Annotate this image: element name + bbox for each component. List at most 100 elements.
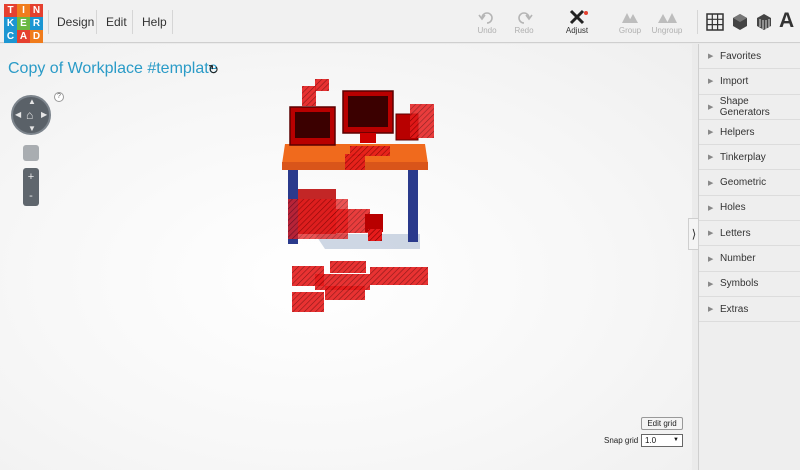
zoom-in-button[interactable]: +: [23, 168, 39, 187]
refresh-icon[interactable]: ↻: [208, 62, 219, 78]
zoom-out-button[interactable]: -: [23, 187, 39, 206]
desk-item: [368, 229, 382, 241]
chevron-right-icon: ▶: [708, 280, 714, 288]
chevron-right-icon: ▶: [708, 154, 714, 162]
logo-letter: D: [30, 30, 43, 43]
category-label: Helpers: [720, 126, 755, 138]
divider: [48, 10, 49, 34]
edit-grid-button[interactable]: Edit grid: [641, 417, 683, 430]
group-button[interactable]: Group: [613, 8, 647, 35]
solid-cube-icon[interactable]: [730, 12, 750, 32]
category-list: ▶ Favorites ▶ Import ▶ Shape Generators ▶ Helpe…: [699, 44, 800, 323]
workplace-model[interactable]: [270, 74, 440, 324]
arrow-right-icon[interactable]: ▶: [41, 110, 47, 119]
group-label: Group: [618, 26, 642, 35]
divider: [132, 10, 133, 34]
ungroup-icon: [658, 13, 677, 23]
snap-grid-select[interactable]: 1.0 ▼: [641, 434, 683, 447]
category-extras[interactable]: ▶ Extras: [699, 297, 800, 323]
menu-edit[interactable]: Edit: [106, 0, 127, 43]
category-letters[interactable]: ▶ Letters: [699, 221, 800, 247]
adjust-button[interactable]: Adjust: [560, 8, 594, 35]
divider: [172, 10, 173, 34]
chevron-right-icon: ▶: [708, 103, 714, 111]
striped-cube-icon[interactable]: [754, 12, 774, 32]
category-label: Favorites: [720, 50, 762, 62]
category-label: Geometric: [720, 177, 767, 189]
chevron-right-icon: ▶: [708, 204, 714, 212]
category-label: Import: [720, 75, 749, 87]
logo-letter: K: [4, 17, 17, 30]
snap-grid-label: Snap grid: [604, 436, 639, 445]
undo-label: Undo: [477, 26, 497, 35]
undo-button[interactable]: Undo: [470, 8, 504, 35]
monitor-screen: [348, 96, 388, 127]
menu-design[interactable]: Design: [57, 0, 94, 43]
arrow-left-icon[interactable]: ◀: [15, 110, 21, 119]
workplane[interactable]: Copy of Workplace #template ↻ ▲ ▼ ◀ ▶ ⌂ …: [0, 44, 692, 470]
category-label: Holes: [720, 202, 746, 214]
floor-box: [292, 292, 324, 312]
ungroup-button[interactable]: Ungroup: [650, 8, 684, 35]
category-favorites[interactable]: ▶ Favorites: [699, 44, 800, 70]
category-import[interactable]: ▶ Import: [699, 69, 800, 95]
undo-icon: [478, 12, 493, 24]
home-icon[interactable]: ⌂: [26, 108, 33, 122]
letter-a-icon[interactable]: A: [779, 9, 797, 32]
chevron-right-icon: ▶: [708, 129, 714, 137]
adjust-label: Adjust: [565, 26, 589, 35]
desk-lamp: [302, 86, 316, 106]
desk-lamp: [315, 79, 329, 91]
chevron-right-icon: ▶: [708, 255, 714, 263]
logo-letter: T: [4, 4, 17, 17]
adjust-icon: [569, 9, 588, 25]
category-label: Number: [720, 253, 756, 265]
chevron-right-icon: ▶: [708, 230, 714, 238]
grid-view-icon[interactable]: [705, 12, 725, 32]
category-geometric[interactable]: ▶ Geometric: [699, 170, 800, 196]
chevron-right-icon: ▶: [708, 306, 714, 314]
logo-letter: I: [17, 4, 30, 17]
tinkercad-logo[interactable]: T I N K E R C A D: [4, 4, 44, 44]
category-label: Tinkerplay: [720, 151, 766, 163]
group-icon: [622, 13, 638, 23]
category-label: Extras: [720, 303, 749, 315]
divider: [96, 10, 97, 34]
desk-item: [410, 104, 434, 138]
category-helpers[interactable]: ▶ Helpers: [699, 120, 800, 146]
category-shape-generators[interactable]: ▶ Shape Generators: [699, 95, 800, 120]
chevron-right-icon: ▶: [708, 179, 714, 187]
category-tinkerplay[interactable]: ▶ Tinkerplay: [699, 145, 800, 171]
floor-box: [370, 267, 428, 285]
logo-letter: R: [30, 17, 43, 30]
menu-help[interactable]: Help: [142, 0, 167, 43]
redo-button[interactable]: Redo: [507, 8, 541, 35]
floor-box: [330, 261, 366, 273]
chevron-right-icon: ▶: [708, 78, 714, 86]
logo-letter: E: [17, 17, 30, 30]
view-navigation-wheel[interactable]: ▲ ▼ ◀ ▶ ⌂: [11, 95, 51, 135]
chair-seat: [330, 209, 370, 233]
logo-letter: A: [17, 30, 30, 43]
ungroup-label: Ungroup: [651, 26, 683, 35]
category-number[interactable]: ▶ Number: [699, 246, 800, 272]
redo-icon: [518, 12, 533, 24]
arrow-down-icon[interactable]: ▼: [28, 124, 36, 133]
top-toolbar: T I N K E R C A D Design Edit Help Undo …: [0, 0, 800, 43]
divider: [697, 10, 698, 34]
category-holes[interactable]: ▶ Holes: [699, 196, 800, 222]
zoom-control: + -: [23, 168, 39, 206]
ortho-view-button[interactable]: [23, 145, 39, 161]
help-icon[interactable]: ?: [54, 92, 64, 102]
page-title[interactable]: Copy of Workplace #template: [8, 60, 218, 78]
category-label: Symbols: [720, 278, 759, 290]
snap-grid-value: 1.0: [645, 436, 657, 445]
arrow-up-icon[interactable]: ▲: [28, 97, 36, 106]
monitor-stand: [360, 133, 376, 143]
category-label: Shape Generators: [719, 95, 770, 118]
category-symbols[interactable]: ▶ Symbols: [699, 272, 800, 297]
category-label: Letters: [720, 227, 751, 239]
desk-item: [345, 154, 365, 170]
monitor-screen: [295, 112, 330, 138]
caret-down-icon: ▼: [673, 437, 679, 443]
